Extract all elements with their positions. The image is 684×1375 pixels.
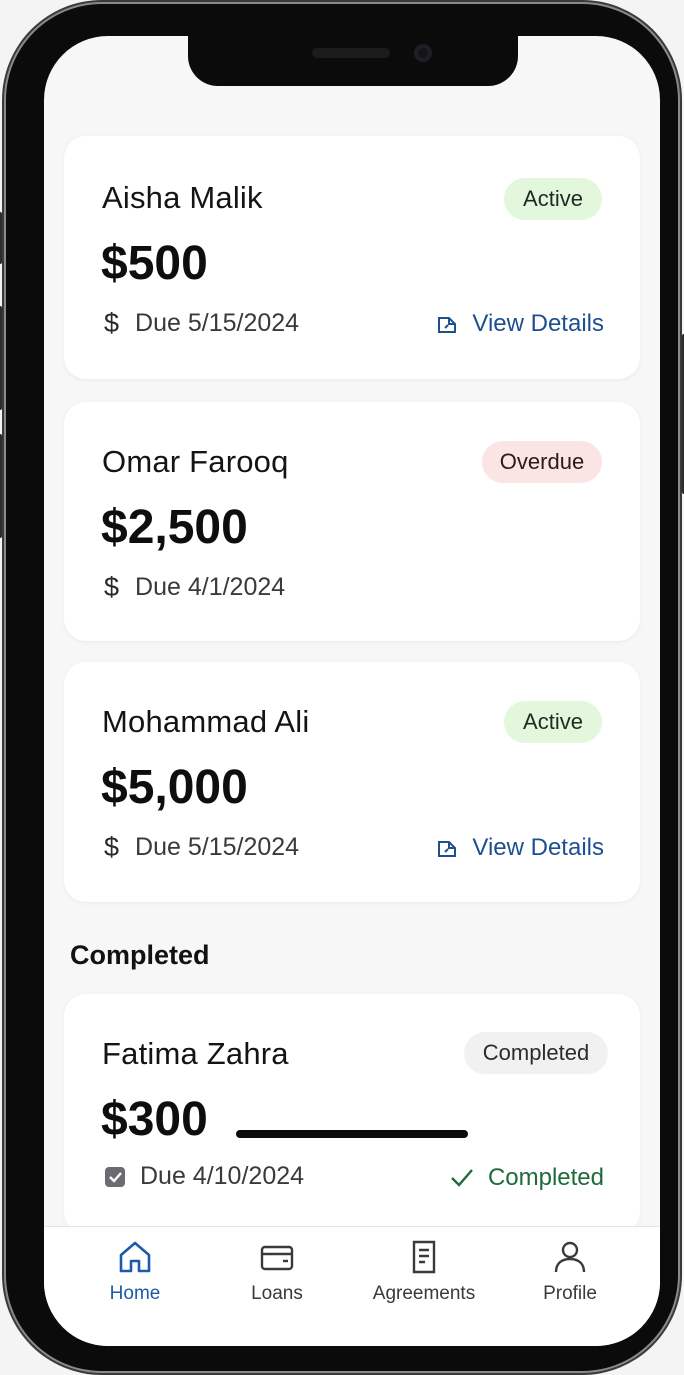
due-date: Due 4/10/2024 bbox=[140, 1162, 305, 1190]
due-date-row: $ Due 4/1/2024 bbox=[104, 572, 285, 603]
phone-frame: Aisha Malik Active $500 $ Due 5/15/2024 … bbox=[0, 4, 684, 1371]
loan-card[interactable]: Fatima Zahra Completed $300 Due 4/10/202… bbox=[64, 994, 640, 1234]
due-date: Due 5/15/2024 bbox=[135, 309, 300, 337]
loan-amount: $5,000 bbox=[101, 761, 248, 814]
completed-status: Completed bbox=[450, 1164, 604, 1192]
completed-status-label: Completed bbox=[487, 1164, 604, 1191]
dollar-icon: $ bbox=[104, 308, 120, 338]
loan-card[interactable]: Mohammad Ali Active $5,000 $ Due 5/15/20… bbox=[64, 662, 640, 902]
silent-switch bbox=[0, 212, 2, 264]
section-title-completed: Completed bbox=[70, 940, 210, 970]
wallet-icon bbox=[260, 1245, 294, 1271]
view-details-label: View Details bbox=[472, 834, 604, 861]
loan-list: Aisha Malik Active $500 $ Due 5/15/2024 … bbox=[44, 36, 660, 1234]
volume-down-button bbox=[0, 434, 2, 538]
due-date-row: $ Due 5/15/2024 bbox=[104, 308, 299, 339]
tab-agreements-label: Agreements bbox=[372, 1283, 476, 1304]
speaker-grille bbox=[312, 48, 390, 58]
notch bbox=[188, 36, 518, 86]
dollar-icon: $ bbox=[104, 832, 120, 862]
loan-card[interactable]: Aisha Malik Active $500 $ Due 5/15/2024 … bbox=[64, 136, 640, 379]
tab-loans[interactable]: Loans bbox=[207, 1239, 347, 1305]
screen: Aisha Malik Active $500 $ Due 5/15/2024 … bbox=[44, 36, 660, 1346]
document-icon bbox=[412, 1240, 436, 1274]
home-icon bbox=[119, 1241, 151, 1273]
borrower-name: Mohammad Ali bbox=[102, 704, 310, 739]
borrower-name: Fatima Zahra bbox=[102, 1036, 289, 1071]
due-date: Due 4/1/2024 bbox=[135, 573, 286, 601]
tab-home[interactable]: Home bbox=[65, 1239, 205, 1305]
borrower-name: Aisha Malik bbox=[102, 180, 263, 215]
tab-bar: Home Loans Agreements Profile bbox=[44, 1226, 660, 1346]
person-icon bbox=[554, 1241, 586, 1273]
loan-amount: $2,500 bbox=[101, 501, 248, 554]
tab-agreements[interactable]: Agreements bbox=[354, 1239, 494, 1305]
view-details-link[interactable]: View Details bbox=[436, 310, 604, 338]
loan-amount: $500 bbox=[101, 237, 208, 290]
view-details-label: View Details bbox=[472, 310, 604, 337]
tab-home-label: Home bbox=[109, 1283, 161, 1304]
status-badge: Active bbox=[504, 178, 602, 220]
tab-profile[interactable]: Profile bbox=[500, 1239, 640, 1305]
due-date: Due 5/15/2024 bbox=[135, 833, 300, 861]
view-details-link[interactable]: View Details bbox=[436, 834, 604, 862]
home-indicator bbox=[236, 1130, 468, 1138]
status-badge: Active bbox=[504, 701, 602, 743]
checkmark-icon bbox=[451, 1169, 473, 1187]
dollar-icon: $ bbox=[104, 572, 120, 602]
loan-card[interactable]: Omar Farooq Overdue $2,500 $ Due 4/1/202… bbox=[64, 402, 640, 641]
volume-up-button bbox=[0, 306, 2, 410]
camera-icon bbox=[414, 44, 432, 62]
tab-profile-label: Profile bbox=[543, 1283, 597, 1304]
due-date-row: $ Due 5/15/2024 bbox=[104, 832, 299, 863]
details-icon bbox=[438, 317, 457, 333]
borrower-name: Omar Farooq bbox=[102, 444, 289, 479]
details-icon bbox=[438, 841, 457, 857]
due-date-row: Due 4/10/2024 bbox=[104, 1162, 304, 1191]
checkbox-icon bbox=[105, 1166, 125, 1187]
status-badge: Overdue bbox=[482, 441, 602, 483]
tab-loans-label: Loans bbox=[251, 1283, 303, 1304]
status-badge: Completed bbox=[464, 1032, 608, 1074]
loan-amount: $300 bbox=[101, 1093, 208, 1146]
